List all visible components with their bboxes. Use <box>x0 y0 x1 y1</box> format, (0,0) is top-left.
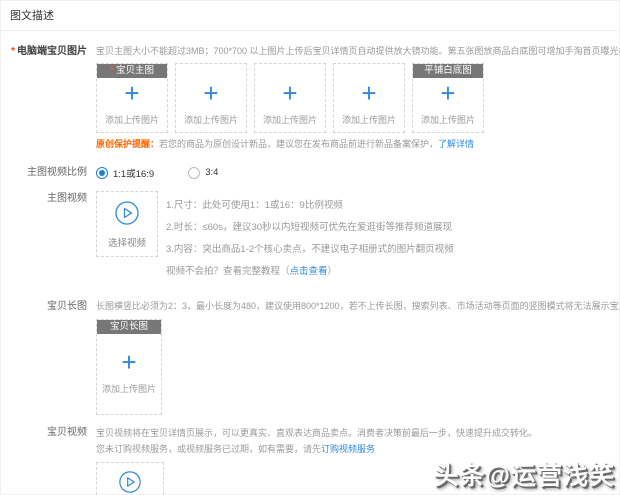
upload-white-bg-image-button[interactable]: 平铺白底图 + 添加上传图片 <box>412 63 484 133</box>
row-item-video: 宝贝视频 宝贝视频将在宝贝详情页展示，可以更真实、直观表达商品卖点。消费者决策前… <box>1 425 619 495</box>
learn-more-link[interactable]: 了解详情 <box>438 139 474 149</box>
plus-icon: + <box>124 78 140 108</box>
upload-image-button-2[interactable]: + 添加上传图片 <box>175 63 247 133</box>
tip-content: 3.内容：突出商品1-2个核心卖点，不建议电子相册式的图片翻页视频 <box>166 244 454 255</box>
tip-tutorial: 视频不会拍？查看完整教程（点击查看） <box>166 266 338 277</box>
row-pc-images: * 电脑端宝贝图片 宝贝主图大小不能超过3MB；700*700 以上图片上传后宝贝… <box>1 44 620 151</box>
white-bg-image-badge: 平铺白底图 <box>413 64 483 78</box>
notice-prefix: 原创保护提醒： <box>96 139 160 149</box>
ratio-option-1-1-or-16-9[interactable]: 1:1或16:9 <box>96 166 154 180</box>
plus-icon: + <box>282 78 298 108</box>
upload-image-button-3[interactable]: + 添加上传图片 <box>254 63 326 133</box>
long-image-label: 宝贝长图 <box>47 301 87 312</box>
item-video-description-1: 宝贝视频将在宝贝详情页展示，可以更真实、直观表达商品卖点。消费者决策前最后一步，… <box>96 428 538 438</box>
long-image-description: 长图横竖比必须为2：3，最小长度为480，建议使用800*1200，若不上传长图… <box>96 301 620 311</box>
ratio-option-3-4[interactable]: 3:4 <box>188 166 218 179</box>
plus-icon: + <box>440 78 456 108</box>
section-title: 图文描述 <box>10 10 54 22</box>
row-long-image: 宝贝长图 长图横竖比必须为2：3，最小长度为480，建议使用800*1200，若… <box>1 299 620 415</box>
select-item-video-button[interactable]: 选择视频 <box>96 462 164 495</box>
order-video-service-link[interactable]: 订购视频服务 <box>321 444 375 454</box>
tip-duration: 2.时长：≤60s，建议30秒以内短视频可优先在爱逛街等推荐频道展现 <box>166 222 453 233</box>
panel-body: * 电脑端宝贝图片 宝贝主图大小不能超过3MB；700*700 以上图片上传后宝贝… <box>1 31 620 495</box>
upload-main-image-button[interactable]: * 宝贝主图 + 添加上传图片 <box>96 63 168 133</box>
select-video-button[interactable]: 选择视频 <box>96 191 158 257</box>
original-protection-notice: 原创保护提醒：若您的商品为原创设计新品，建议您在发布商品前进行新品备案保护，了解… <box>96 139 475 149</box>
upload-long-image-button[interactable]: 宝贝长图 + 添加上传图片 <box>96 319 162 415</box>
image-uploaders: * 宝贝主图 + 添加上传图片 + 添加上传图片 + 添加上传图片 + 添加上传… <box>96 63 619 133</box>
play-icon <box>119 470 141 493</box>
upload-image-button-4[interactable]: + 添加上传图片 <box>333 63 405 133</box>
pc-images-description: 宝贝主图大小不能超过3MB；700*700 以上图片上传后宝贝详情页自动提供放大… <box>96 46 620 56</box>
plus-icon: + <box>203 78 219 108</box>
item-video-label: 宝贝视频 <box>47 427 87 438</box>
radio-unselected-icon[interactable] <box>188 166 201 179</box>
main-video-label: 主图视频 <box>47 193 87 204</box>
tip-size: 1.尺寸：此处可使用1：1或16：9比例视频 <box>166 200 343 211</box>
required-asterisk: * <box>11 46 15 57</box>
video-ratio-label: 主图视频比例 <box>27 167 87 178</box>
row-video-ratio: 主图视频比例 1:1或16:9 3:4 <box>1 165 619 180</box>
main-video-tips: 1.尺寸：此处可使用1：1或16：9比例视频 2.时长：≤60s，建议30秒以内… <box>166 191 454 283</box>
row-main-video: 主图视频 选择视频 1.尺寸：此处可使用1：1或16：9比例视频 2.时长：≤6… <box>1 191 619 283</box>
pc-images-label: * 电脑端宝贝图片 <box>11 46 87 57</box>
radio-selected-icon[interactable] <box>96 166 108 179</box>
long-image-badge: 宝贝长图 <box>97 320 161 334</box>
main-image-badge: * 宝贝主图 <box>97 64 167 78</box>
item-video-description-2: 您未订购视频服务，或视频服务已过期，如有需要，请先订购视频服务 <box>96 444 376 454</box>
click-view-link[interactable]: 点击查看 <box>290 266 328 277</box>
play-icon <box>115 200 139 225</box>
panel-header: 图文描述 <box>1 1 619 31</box>
plus-icon: + <box>361 78 377 108</box>
plus-icon: + <box>121 347 137 377</box>
image-text-description-panel: 图文描述 * 电脑端宝贝图片 宝贝主图大小不能超过3MB；700*700 以上图片… <box>0 0 620 495</box>
